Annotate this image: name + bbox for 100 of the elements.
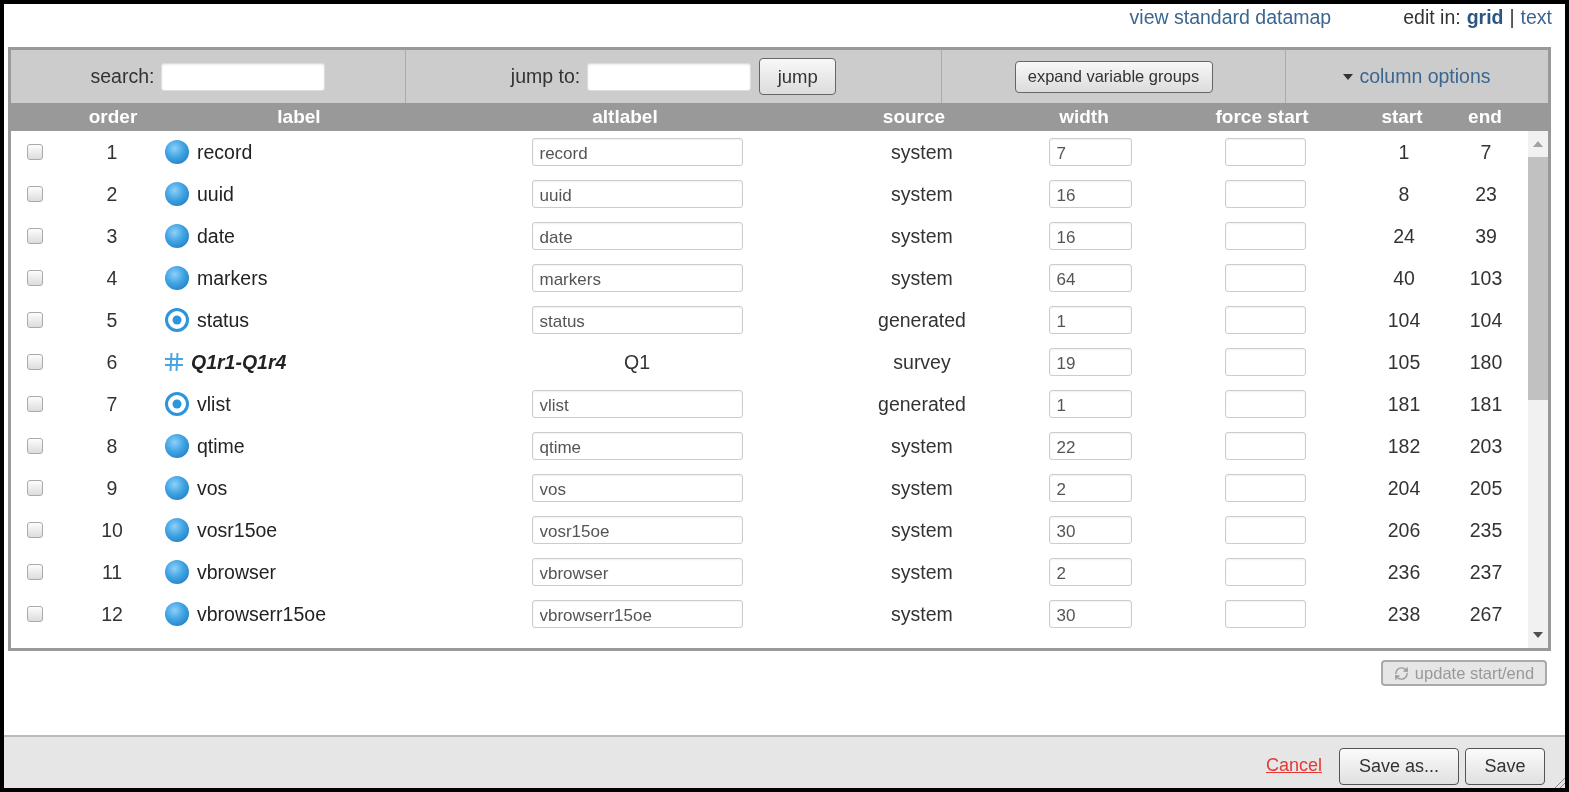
jump-button[interactable]: jump — [759, 58, 837, 95]
edit-mode-link[interactable]: text — [1520, 5, 1552, 29]
width-input[interactable]: 2 — [1048, 558, 1132, 586]
width-input[interactable]: 7 — [1048, 138, 1132, 166]
width-input[interactable]: 30 — [1048, 516, 1132, 544]
altlabel-input[interactable]: vbrowserr15oe — [531, 600, 743, 628]
end-number: 181 — [1469, 392, 1503, 416]
altlabel-input[interactable]: uuid — [531, 180, 743, 208]
row-checkbox[interactable] — [26, 522, 43, 538]
save-as-button[interactable]: Save as... — [1339, 748, 1459, 785]
edit-mode-link[interactable]: grid — [1466, 5, 1504, 29]
force-start-input[interactable] — [1224, 600, 1306, 628]
end-number: 267 — [1469, 602, 1503, 626]
force-start-input[interactable] — [1224, 558, 1306, 586]
start-number: 204 — [1387, 476, 1421, 500]
hash-icon — [165, 353, 183, 371]
order-number: 2 — [106, 182, 118, 206]
end-number: 23 — [1475, 182, 1497, 206]
source-text: system — [891, 182, 953, 206]
altlabel-input[interactable]: record — [531, 138, 743, 166]
edit-in-label: edit in: — [1403, 5, 1461, 29]
row-checkbox[interactable] — [26, 270, 43, 286]
variable-label: qtime — [197, 434, 245, 458]
variable-label: record — [197, 140, 253, 164]
sphere-icon — [165, 434, 189, 458]
source-text: system — [891, 518, 953, 542]
altlabel-input[interactable]: date — [531, 222, 743, 250]
start-number: 40 — [1393, 266, 1415, 290]
force-start-input[interactable] — [1224, 516, 1306, 544]
end-number: 39 — [1475, 224, 1497, 248]
row-checkbox[interactable] — [26, 228, 43, 244]
order-number: 12 — [101, 602, 123, 626]
caret-icon — [1343, 73, 1354, 80]
scroll-down-icon[interactable] — [1533, 632, 1543, 638]
variable-label: vosr15oe — [197, 518, 278, 542]
row-checkbox[interactable] — [26, 606, 43, 622]
order-number: 7 — [106, 392, 118, 416]
force-start-input[interactable] — [1224, 222, 1306, 250]
width-input[interactable]: 19 — [1048, 348, 1132, 376]
search-field[interactable] — [161, 62, 326, 91]
row-checkbox[interactable] — [26, 144, 43, 160]
column-header: width — [1058, 106, 1110, 128]
altlabel-input[interactable]: vos — [531, 474, 743, 502]
expand-groups-button[interactable]: expand variable groups — [1014, 60, 1213, 93]
altlabel-input[interactable]: vlist — [531, 390, 743, 418]
width-input[interactable]: 30 — [1048, 600, 1132, 628]
scroll-up-icon[interactable] — [1533, 141, 1543, 147]
column-header: force start — [1214, 106, 1310, 128]
altlabel-text: Q1 — [624, 350, 650, 374]
width-input[interactable]: 16 — [1048, 222, 1132, 250]
start-number: 182 — [1387, 434, 1421, 458]
scrollbar-thumb[interactable] — [1528, 157, 1548, 400]
variable-label: date — [197, 224, 235, 248]
resize-grip-icon[interactable] — [1553, 776, 1565, 788]
altlabel-input[interactable]: vosr15oe — [531, 516, 743, 544]
end-number: 235 — [1469, 518, 1503, 542]
variable-label: vbrowser — [197, 560, 277, 584]
source-text: survey — [893, 350, 951, 374]
jump-to-field[interactable] — [587, 62, 752, 91]
row-checkbox[interactable] — [26, 480, 43, 496]
sphere-icon — [165, 560, 189, 584]
save-button[interactable]: Save — [1465, 748, 1545, 785]
width-input[interactable]: 1 — [1048, 390, 1132, 418]
scrollbar[interactable] — [1528, 131, 1548, 648]
altlabel-input[interactable]: vbrowser — [531, 558, 743, 586]
force-start-input[interactable] — [1224, 180, 1306, 208]
row-checkbox[interactable] — [26, 354, 43, 370]
variable-label: Q1r1-Q1r4 — [191, 350, 287, 374]
force-start-input[interactable] — [1224, 432, 1306, 460]
order-number: 11 — [101, 560, 123, 584]
end-number: 103 — [1469, 266, 1503, 290]
order-number: 9 — [106, 476, 118, 500]
force-start-input[interactable] — [1224, 390, 1306, 418]
force-start-input[interactable] — [1224, 264, 1306, 292]
force-start-input[interactable] — [1224, 348, 1306, 376]
width-input[interactable]: 22 — [1048, 432, 1132, 460]
altlabel-input[interactable]: qtime — [531, 432, 743, 460]
start-number: 238 — [1387, 602, 1421, 626]
width-input[interactable]: 16 — [1048, 180, 1132, 208]
row-checkbox[interactable] — [26, 438, 43, 454]
width-input[interactable]: 64 — [1048, 264, 1132, 292]
force-start-input[interactable] — [1224, 306, 1306, 334]
row-checkbox[interactable] — [26, 312, 43, 328]
row-checkbox[interactable] — [26, 396, 43, 412]
source-text: generated — [878, 392, 966, 416]
variable-label: vos — [197, 476, 228, 500]
row-checkbox[interactable] — [26, 564, 43, 580]
row-checkbox[interactable] — [26, 186, 43, 202]
width-input[interactable]: 2 — [1048, 474, 1132, 502]
datamap-link[interactable]: view standard datamap — [1129, 5, 1332, 29]
column-header: order — [87, 106, 139, 128]
altlabel-input[interactable]: status — [531, 306, 743, 334]
column-options-link[interactable]: column options — [1343, 65, 1491, 88]
altlabel-input[interactable]: markers — [531, 264, 743, 292]
force-start-input[interactable] — [1224, 138, 1306, 166]
width-input[interactable]: 1 — [1048, 306, 1132, 334]
end-number: 205 — [1469, 476, 1503, 500]
force-start-input[interactable] — [1224, 474, 1306, 502]
source-text: system — [891, 476, 953, 500]
column-header: altlabel — [591, 106, 659, 128]
